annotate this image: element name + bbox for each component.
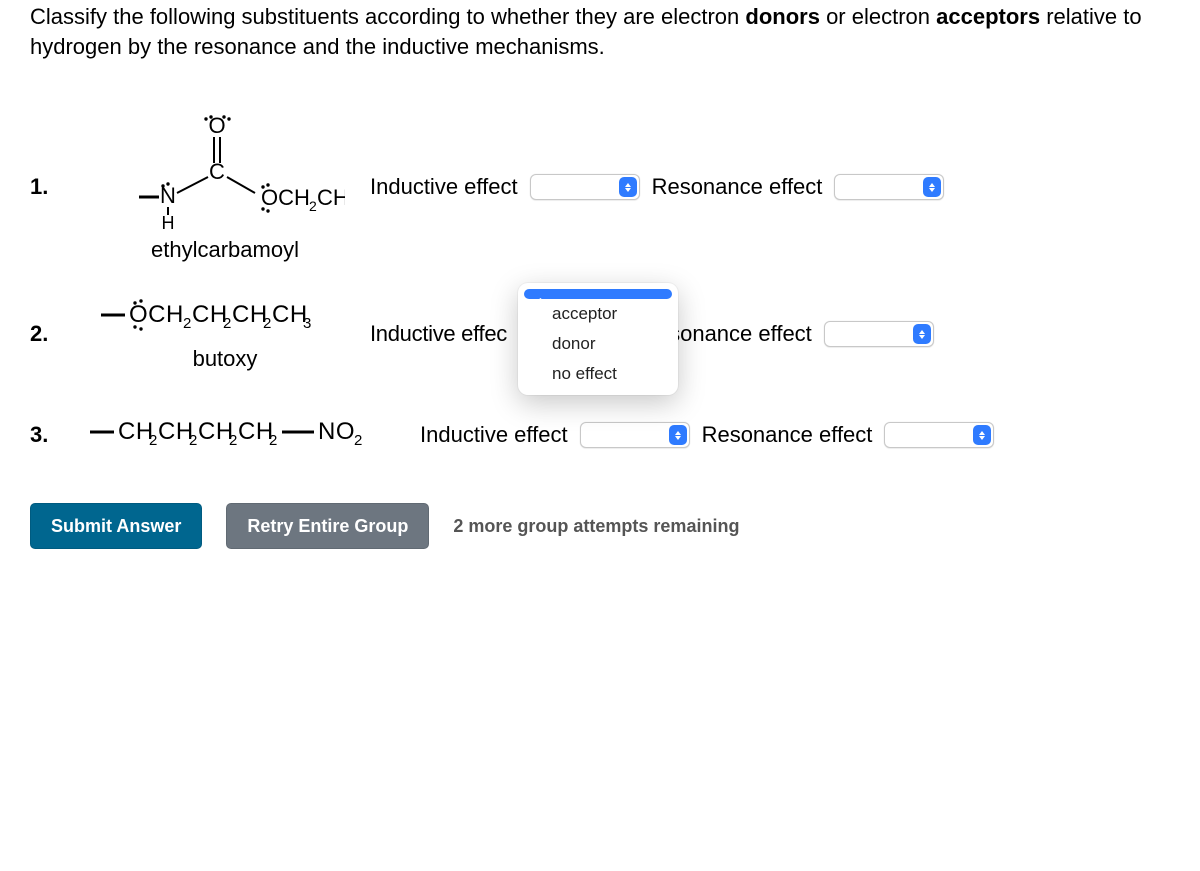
- submit-button[interactable]: Submit Answer: [30, 503, 202, 549]
- structure-nitrobutyl: CH 2 CH 2 CH 2 CH 2 NO 2: [80, 415, 420, 456]
- svg-text:OCH: OCH: [129, 301, 184, 328]
- resonance-label: Resonance effect: [652, 174, 823, 200]
- inductive-select-1[interactable]: [530, 174, 640, 200]
- svg-text:2: 2: [263, 315, 272, 332]
- structure-ethylcarbamoyl: O C N: [80, 111, 370, 231]
- dropdown-option-no-effect[interactable]: no effect: [524, 359, 672, 389]
- inductive-select-3[interactable]: [580, 422, 690, 448]
- substituent-row-1: 1. O C: [30, 111, 1170, 263]
- svg-text:2: 2: [354, 432, 363, 449]
- substituent-row-2: 2. OCH 2 CH 2 CH 2 CH 3: [30, 289, 1170, 379]
- svg-text:NO: NO: [318, 418, 355, 445]
- svg-text:CH: CH: [317, 185, 345, 210]
- prompt-bold-1: donors: [745, 4, 820, 29]
- question-prompt: Classify the following substituents acco…: [30, 2, 1170, 61]
- attempts-remaining: 2 more group attempts remaining: [453, 516, 739, 537]
- svg-text:2: 2: [149, 432, 158, 449]
- substituent-name: ethylcarbamoyl: [80, 237, 370, 263]
- item-number: 3.: [30, 422, 80, 448]
- prompt-text-2: or electron: [820, 4, 936, 29]
- resonance-label: Resonance effect: [702, 422, 873, 448]
- resonance-select-3[interactable]: [884, 422, 994, 448]
- svg-text:C: C: [209, 159, 225, 184]
- svg-text:2: 2: [229, 432, 238, 449]
- inductive-label: Inductive effect: [420, 422, 568, 448]
- svg-text:H: H: [162, 213, 175, 231]
- retry-button[interactable]: Retry Entire Group: [226, 503, 429, 549]
- prompt-bold-2: acceptors: [936, 4, 1040, 29]
- svg-text:2: 2: [183, 315, 192, 332]
- item-number: 2.: [30, 321, 80, 347]
- svg-text:OCH: OCH: [261, 185, 310, 210]
- svg-text:2: 2: [309, 198, 317, 214]
- dropdown-option-donor[interactable]: donor: [524, 329, 672, 359]
- stepper-icon: [923, 177, 941, 197]
- dropdown-menu[interactable]: acceptor donor no effect: [518, 283, 678, 395]
- stepper-icon: [973, 425, 991, 445]
- structure-butoxy: OCH 2 CH 2 CH 2 CH 3: [80, 297, 370, 340]
- svg-text:3: 3: [303, 315, 312, 332]
- substituent-row-3: 3. CH 2 CH 2 CH 2 CH 2 NO 2: [30, 405, 1170, 465]
- inductive-label: Inductive effect: [370, 174, 518, 200]
- item-number: 1.: [30, 174, 80, 200]
- prompt-text-1: Classify the following substituents acco…: [30, 4, 745, 29]
- substituent-name: butoxy: [80, 346, 370, 372]
- dropdown-option-blank[interactable]: [524, 289, 672, 299]
- stepper-icon: [619, 177, 637, 197]
- svg-text:2: 2: [269, 432, 278, 449]
- resonance-select-2[interactable]: [824, 321, 934, 347]
- dropdown-option-acceptor[interactable]: acceptor: [524, 299, 672, 329]
- resonance-select-1[interactable]: [834, 174, 944, 200]
- stepper-icon: [913, 324, 931, 344]
- stepper-icon: [669, 425, 687, 445]
- inductive-label: Inductive effec: [370, 321, 507, 347]
- svg-text:2: 2: [223, 315, 232, 332]
- svg-text:2: 2: [189, 432, 198, 449]
- button-row: Submit Answer Retry Entire Group 2 more …: [30, 503, 1170, 549]
